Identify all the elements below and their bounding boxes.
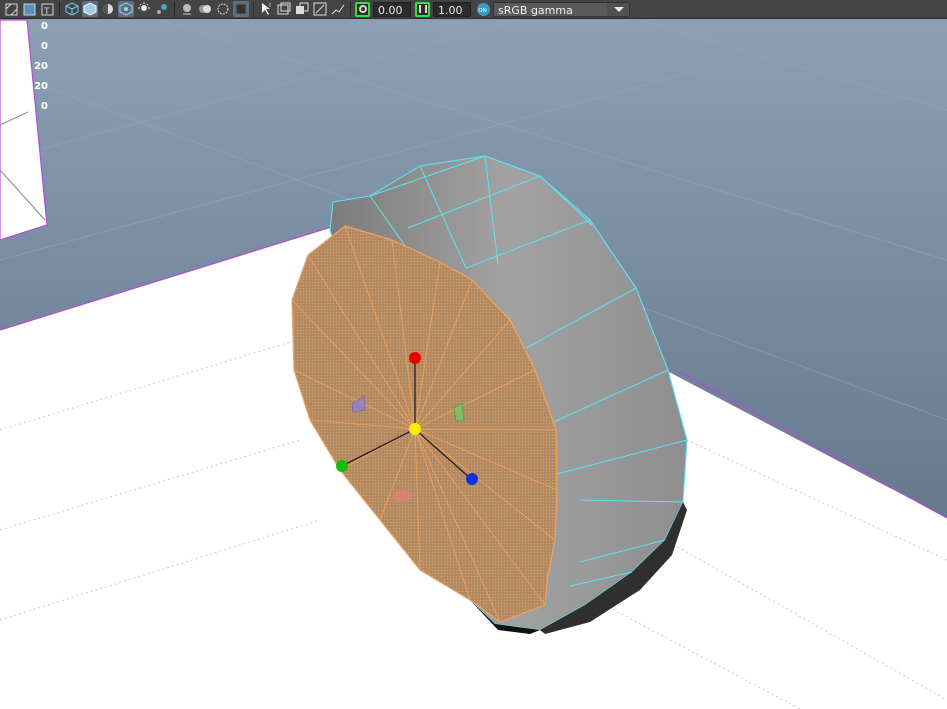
hud-value: 20 xyxy=(34,81,48,92)
exposure-toggle[interactable] xyxy=(355,1,370,17)
toolbar-separator xyxy=(59,1,60,17)
ambient-occlusion-icon[interactable] xyxy=(197,1,213,17)
hud-value: 0 xyxy=(41,21,48,32)
3d-viewport[interactable]: 0 0 20 20 0 T 0.00 1.00 ON sRGB gamma xyxy=(0,0,947,709)
gamma-toggle[interactable] xyxy=(415,1,430,17)
toolbar-separator xyxy=(350,1,351,17)
wireframe-icon[interactable] xyxy=(3,1,19,17)
viewport-toolbar: T 0.00 1.00 ON sRGB gamma xyxy=(0,0,947,19)
cube-shaded-icon[interactable] xyxy=(82,1,98,17)
color-management-toggle[interactable]: ON xyxy=(475,1,491,17)
svg-text:T: T xyxy=(43,7,50,16)
gizmo-x-handle[interactable] xyxy=(336,460,348,472)
toolbar-separator xyxy=(174,1,175,17)
texture-icon[interactable]: T xyxy=(39,1,55,17)
gizmo-z-handle[interactable] xyxy=(466,473,478,485)
lights-icon[interactable] xyxy=(154,1,170,17)
scene-canvas[interactable] xyxy=(0,0,947,709)
resolution-gate-icon[interactable] xyxy=(294,1,310,17)
cube-wireframe-icon[interactable] xyxy=(64,1,80,17)
hud-value: 20 xyxy=(34,61,48,72)
light-bulb-icon[interactable] xyxy=(136,1,152,17)
sphere-icon[interactable] xyxy=(179,1,195,17)
toolbar-separator xyxy=(253,1,254,17)
camera-pick-icon[interactable] xyxy=(276,1,292,17)
gizmo-y-handle[interactable] xyxy=(409,352,421,364)
color-space-label: sRGB gamma xyxy=(498,3,573,17)
field-chart-icon[interactable] xyxy=(330,1,346,17)
shaded-icon[interactable] xyxy=(21,1,37,17)
gate-mask-icon[interactable] xyxy=(312,1,328,17)
chevron-down-icon[interactable] xyxy=(607,2,629,16)
hud-value: 0 xyxy=(41,41,48,52)
gamma-field[interactable]: 1.00 xyxy=(433,1,471,17)
hud-readout: 0 0 20 20 0 xyxy=(0,21,48,121)
color-management-badge: ON xyxy=(478,8,486,14)
exposure-field[interactable]: 0.00 xyxy=(373,1,411,17)
xray-icon[interactable] xyxy=(118,1,134,17)
hud-value: 0 xyxy=(41,101,48,112)
motion-blur-icon[interactable] xyxy=(215,1,231,17)
gizmo-center-handle[interactable] xyxy=(409,423,421,435)
isolate-icon[interactable] xyxy=(233,1,249,17)
gizmo-plane-red[interactable] xyxy=(393,490,411,502)
select-pointer-icon[interactable] xyxy=(258,1,274,17)
half-shade-icon[interactable] xyxy=(100,1,116,17)
color-space-dropdown[interactable]: sRGB gamma xyxy=(493,1,630,17)
